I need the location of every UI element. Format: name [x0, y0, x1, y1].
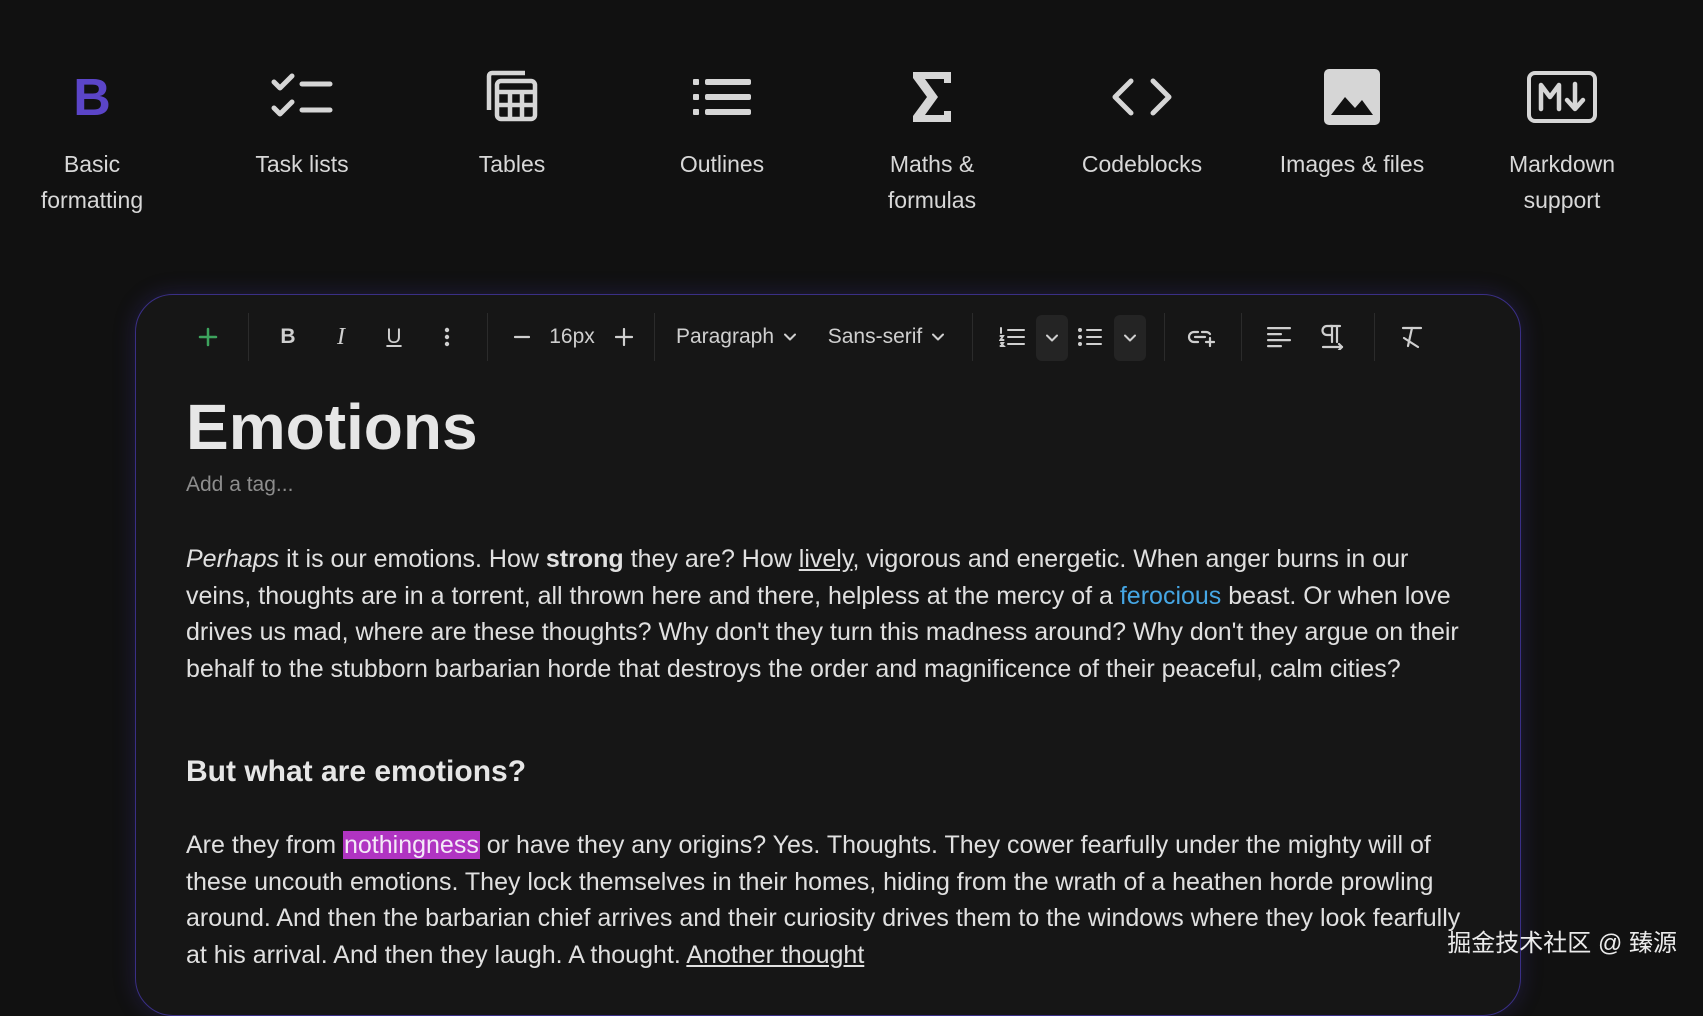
minus-icon: [514, 335, 530, 339]
feature-label: Task lists: [202, 146, 402, 182]
increase-font-size-button[interactable]: [602, 315, 646, 359]
feature-tables: Tables: [412, 62, 612, 182]
add-link-icon: [1187, 327, 1215, 347]
text-run: it is our emotions. How: [279, 545, 546, 573]
feature-label: Tables: [412, 146, 612, 182]
feature-markdown: Markdown support: [1462, 62, 1662, 218]
bullet-list-icon: [1077, 326, 1103, 348]
underlined-text: lively: [799, 545, 853, 573]
feature-label: Outlines: [622, 146, 822, 182]
feature-maths: Maths & formulas: [832, 62, 1032, 218]
insert-link-button[interactable]: [1179, 315, 1223, 359]
decrease-font-size-button[interactable]: [500, 315, 544, 359]
text-run: they are? How: [624, 545, 799, 573]
feature-label: Markdown support: [1462, 146, 1662, 218]
task-list-icon: [202, 62, 402, 132]
chevron-down-icon: [784, 333, 796, 341]
feature-images: Images & files: [1252, 62, 1452, 182]
image-icon: [1252, 62, 1452, 132]
markdown-icon: [1462, 62, 1662, 132]
clear-formatting-icon: [1400, 325, 1424, 349]
highlighted-text: nothingness: [343, 831, 480, 859]
feature-label: Images & files: [1252, 146, 1452, 182]
plus-icon: [615, 328, 633, 346]
toolbar-divider: [1374, 313, 1375, 361]
numbered-list-icon: [999, 326, 1025, 348]
svg-text:B: B: [73, 69, 111, 127]
align-left-icon: [1267, 326, 1291, 348]
italic-button[interactable]: I: [319, 315, 363, 359]
code-icon: [1042, 62, 1242, 132]
feature-label: Basic formatting: [0, 146, 192, 218]
table-icon: [412, 62, 612, 132]
feature-outlines: Outlines: [622, 62, 822, 182]
text-run: Are they from: [186, 831, 343, 859]
block-style-label: Paragraph: [676, 325, 774, 349]
toolbar-divider: [654, 313, 655, 361]
numbered-list-options-button[interactable]: [1036, 315, 1068, 361]
chevron-down-icon: [932, 333, 944, 341]
feature-label: Maths & formulas: [832, 146, 1032, 218]
underlined-text: Another thought: [686, 941, 864, 969]
chevron-down-icon: [1124, 334, 1136, 342]
bold-icon: B: [0, 62, 192, 132]
toolbar-divider: [1164, 313, 1165, 361]
font-family-label: Sans-serif: [828, 325, 923, 349]
clear-formatting-button[interactable]: [1390, 315, 1434, 359]
bold-text: strong: [546, 545, 624, 573]
inline-link[interactable]: ferocious: [1120, 582, 1221, 610]
bullet-list-options-button[interactable]: [1114, 315, 1146, 361]
chevron-down-icon: [1046, 334, 1058, 342]
feature-label: Codeblocks: [1042, 146, 1242, 182]
italic-text: Perhaps: [186, 545, 279, 573]
paragraph-direction-icon: [1321, 324, 1345, 350]
feature-row: B Basic formatting Task lists Tables: [0, 0, 1703, 260]
feature-codeblocks: Codeblocks: [1042, 62, 1242, 182]
document-title[interactable]: Emotions: [186, 389, 478, 465]
add-block-button[interactable]: [186, 315, 230, 359]
toolbar-divider: [487, 313, 488, 361]
feature-task-lists: Task lists: [202, 62, 402, 182]
editor-window: B I U 16px Paragraph Sans-serif: [135, 294, 1521, 1016]
watermark: 掘金技术社区 @ 臻源: [1447, 923, 1677, 958]
paragraph-1: Perhaps it is our emotions. How strong t…: [186, 541, 1476, 688]
numbered-list-button[interactable]: [990, 315, 1034, 359]
toolbar-divider: [972, 313, 973, 361]
section-heading: But what are emotions?: [186, 755, 526, 789]
outline-list-icon: [622, 62, 822, 132]
font-size-value[interactable]: 16px: [544, 315, 600, 359]
text-direction-button[interactable]: [1311, 315, 1355, 359]
toolbar-divider: [1241, 313, 1242, 361]
toolbar-divider: [248, 313, 249, 361]
font-family-dropdown[interactable]: Sans-serif: [822, 315, 950, 359]
sigma-icon: [832, 62, 1032, 132]
bold-button[interactable]: B: [266, 315, 310, 359]
tag-input[interactable]: Add a tag...: [186, 473, 293, 497]
paragraph-2: Are they from nothingness or have they a…: [186, 827, 1476, 974]
plus-icon: [198, 327, 218, 347]
underline-button[interactable]: U: [372, 315, 416, 359]
more-vertical-icon: [444, 327, 450, 347]
align-left-button[interactable]: [1257, 315, 1301, 359]
bullet-list-button[interactable]: [1068, 315, 1112, 359]
more-options-button[interactable]: [425, 315, 469, 359]
block-style-dropdown[interactable]: Paragraph: [671, 315, 801, 359]
editor-toolbar: B I U 16px Paragraph Sans-serif: [136, 295, 1520, 385]
feature-basic-formatting: B Basic formatting: [0, 62, 192, 218]
